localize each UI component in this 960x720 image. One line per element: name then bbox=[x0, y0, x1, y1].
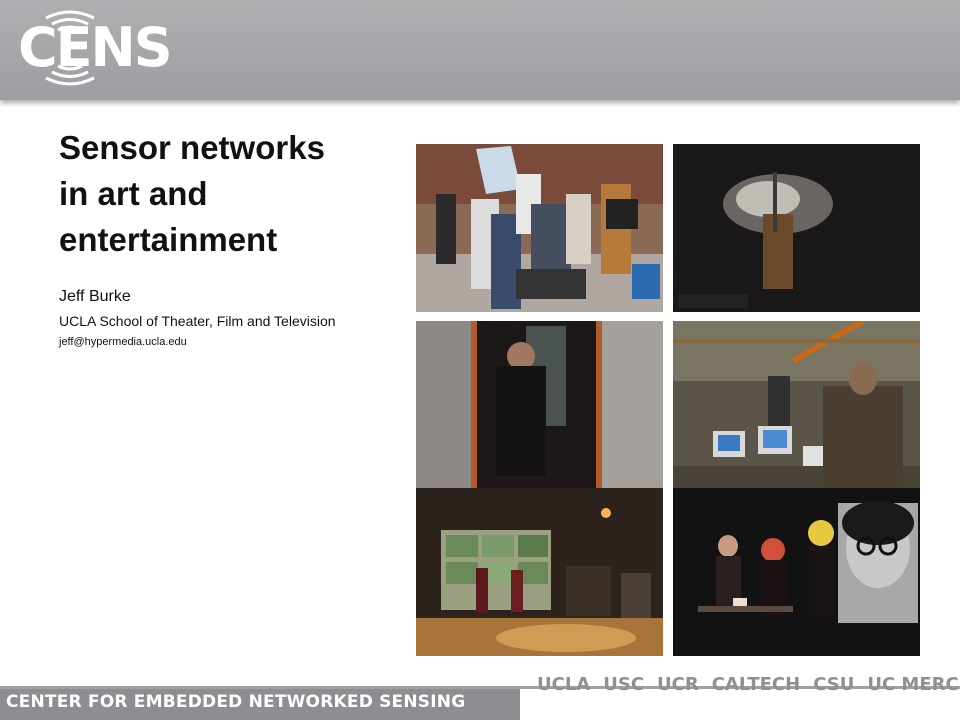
author-affiliation: UCLA School of Theater, Film and Televis… bbox=[59, 313, 336, 329]
partner-ucr: UCR bbox=[657, 674, 699, 695]
cens-logo: CENS bbox=[8, 4, 173, 94]
partner-caltech: CALTECH bbox=[711, 674, 801, 695]
slide-title: Sensor networks in art and entertainment bbox=[59, 125, 389, 263]
partner-uc-merced: UC MERCED bbox=[867, 674, 960, 695]
stage-actors-photo bbox=[673, 488, 920, 656]
partner-csu: CSU bbox=[813, 674, 855, 695]
header-bar: CENS bbox=[0, 0, 960, 100]
title-line: entertainment bbox=[59, 221, 278, 258]
logo-text: CENS bbox=[18, 16, 173, 79]
lab-workshop-photo bbox=[673, 321, 920, 489]
projection-room-photo bbox=[416, 488, 663, 656]
title-line: in art and bbox=[59, 175, 208, 212]
partner-ucla: UCLA bbox=[537, 674, 591, 695]
center-name: CENTER FOR EMBEDDED NETWORKED SENSING bbox=[6, 692, 466, 712]
title-line: Sensor networks bbox=[59, 129, 325, 166]
partner-institutions: UCLA USC UCR CALTECH CSU UC MERCED bbox=[537, 674, 960, 695]
author-name: Jeff Burke bbox=[59, 288, 131, 305]
smoke-performance-photo bbox=[673, 144, 920, 312]
author-email[interactable]: jeff@hypermedia.ucla.edu bbox=[59, 336, 187, 348]
booth-performer-photo bbox=[416, 321, 663, 489]
partner-usc: USC bbox=[603, 674, 645, 695]
film-crew-photo bbox=[416, 144, 663, 312]
